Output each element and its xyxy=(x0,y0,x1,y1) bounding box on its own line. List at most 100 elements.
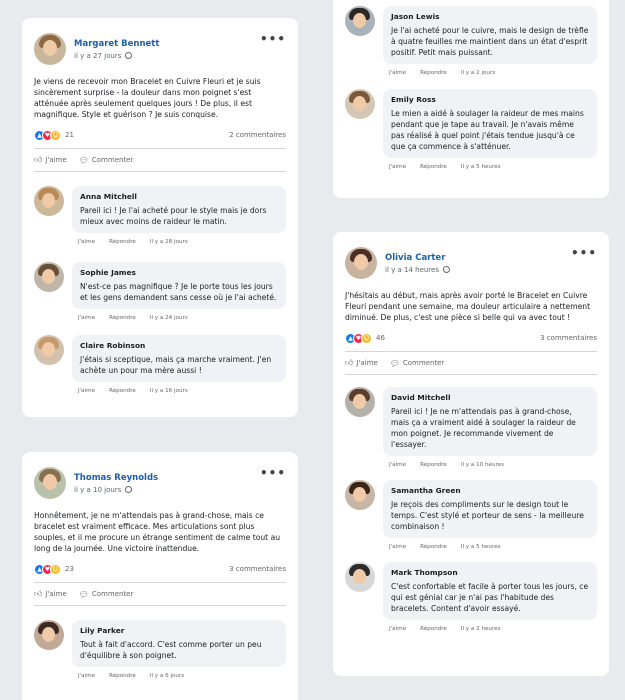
post-card: Olivia Carter il y a 14 heures ••• J'hés… xyxy=(333,232,609,676)
comment-label: Commenter xyxy=(91,156,134,164)
comment-button[interactable]: 💬︎ Commenter xyxy=(390,359,445,368)
comment-reply-link[interactable]: Répondre xyxy=(420,164,447,174)
comment-actions: J'aime Répondre Il y a 2 heures xyxy=(383,626,597,636)
comment-author[interactable]: Jason Lewis xyxy=(391,12,589,21)
avatar[interactable] xyxy=(34,186,64,216)
comment-author[interactable]: Mark Thompson xyxy=(391,568,589,577)
avatar[interactable] xyxy=(34,262,64,292)
like-label: J'aime xyxy=(45,156,67,164)
comment-actions: J'aime Répondre Il y a 28 jours xyxy=(72,239,286,249)
thumbs-up-icon: 👍︎ xyxy=(345,358,354,367)
comment-like-link[interactable]: J'aime xyxy=(78,239,95,249)
post-author[interactable]: Thomas Reynolds xyxy=(74,473,158,483)
comment-reply-link[interactable]: Répondre xyxy=(420,462,447,472)
comment: Sophie James N'est-ce pas magnifique ? J… xyxy=(34,262,286,325)
comment-like-link[interactable]: J'aime xyxy=(78,315,95,325)
comment-reply-link[interactable]: Répondre xyxy=(109,673,136,683)
like-button[interactable]: 👍︎ J'aime xyxy=(34,155,67,165)
comment-time: Il y a 24 jours xyxy=(149,315,188,321)
post-text: Honnêtement, je ne m'attendais pas à gra… xyxy=(34,511,281,553)
comment-author[interactable]: Sophie James xyxy=(80,268,278,277)
haha-reaction-icon: ☺ xyxy=(50,129,61,141)
comment-text: Le mien a aidé à soulager la raideur de … xyxy=(391,109,584,151)
comment-time: Il y a 5 heures xyxy=(460,544,501,550)
comment: Claire Robinson J'étais si sceptique, ma… xyxy=(34,335,286,398)
post-header: Margaret Bennett il y a 27 jours ••• xyxy=(34,18,286,70)
comment-count[interactable]: 3 commentaires xyxy=(229,565,286,573)
reaction-count: 46 xyxy=(376,334,385,342)
avatar[interactable] xyxy=(34,33,66,65)
comment: Anna Mitchell Pareil ici ! Je l'ai achet… xyxy=(34,186,286,249)
thumbs-up-icon: 👍︎ xyxy=(34,155,43,164)
comment-author[interactable]: Emily Ross xyxy=(391,95,589,104)
like-label: J'aime xyxy=(45,590,67,598)
post-time[interactable]: il y a 10 jours xyxy=(74,486,121,494)
comment-reply-link[interactable]: Répondre xyxy=(420,544,447,554)
avatar[interactable] xyxy=(345,247,377,279)
comment: David Mitchell Pareil ici ! Je ne m'atte… xyxy=(345,387,597,472)
post-time[interactable]: il y a 14 heures xyxy=(385,266,439,274)
comment-author[interactable]: David Mitchell xyxy=(391,393,589,402)
comment-count[interactable]: 2 commentaires xyxy=(229,131,286,139)
comment-text: Pareil ici ! Je ne m'attendais pas à gra… xyxy=(391,407,576,449)
post-card: Margaret Bennett il y a 27 jours ••• Je … xyxy=(22,18,298,417)
post-actions: 👍︎ J'aime 💬︎ Commenter xyxy=(345,352,597,374)
globe-icon xyxy=(125,52,133,59)
reaction-count: 21 xyxy=(65,131,74,139)
post-author[interactable]: Margaret Bennett xyxy=(74,39,159,49)
post-time[interactable]: il y a 27 jours xyxy=(74,52,121,60)
comment-button[interactable]: 💬︎ Commenter xyxy=(79,156,134,165)
comment-actions: J'aime Répondre Il y a 2 jours xyxy=(383,70,597,80)
comment-text: Je l'ai acheté pour le cuivre, mais le d… xyxy=(391,26,589,57)
reaction-count: 23 xyxy=(65,565,74,573)
comment-like-link[interactable]: J'aime xyxy=(389,164,406,174)
avatar[interactable] xyxy=(345,562,375,592)
comment-like-link[interactable]: J'aime xyxy=(78,673,95,683)
haha-reaction-icon: ☺ xyxy=(50,563,61,575)
comment-actions: J'aime Répondre Il y a 16 jours xyxy=(72,388,286,398)
more-options-icon[interactable]: ••• xyxy=(571,246,597,260)
avatar[interactable] xyxy=(345,387,375,417)
comment-reply-link[interactable]: Répondre xyxy=(420,626,447,636)
like-button[interactable]: 👍︎ J'aime xyxy=(345,358,378,368)
like-button[interactable]: 👍︎ J'aime xyxy=(34,589,67,599)
comment-like-link[interactable]: J'aime xyxy=(78,388,95,398)
reactions[interactable]: ▲ ♥ ☺ 23 xyxy=(34,563,74,575)
comment-reply-link[interactable]: Répondre xyxy=(109,388,136,398)
comment-reply-link[interactable]: Répondre xyxy=(109,315,136,325)
more-options-icon[interactable]: ••• xyxy=(260,466,286,480)
more-options-icon[interactable]: ••• xyxy=(260,32,286,46)
like-label: J'aime xyxy=(356,359,378,367)
comment-author[interactable]: Lily Parker xyxy=(80,626,278,635)
avatar[interactable] xyxy=(345,6,375,36)
globe-icon xyxy=(443,266,450,273)
avatar[interactable] xyxy=(345,89,375,119)
post-card: Jason Lewis Je l'ai acheté pour le cuivr… xyxy=(333,0,609,198)
post-author[interactable]: Olivia Carter xyxy=(385,253,450,263)
comment-like-link[interactable]: J'aime xyxy=(389,70,406,80)
post-stats: ▲ ♥ ☺ 21 2 commentaires xyxy=(34,128,286,142)
comment-author[interactable]: Anna Mitchell xyxy=(80,192,278,201)
post-actions: 👍︎ J'aime 💬︎ Commenter xyxy=(34,583,286,605)
comment-like-link[interactable]: J'aime xyxy=(389,462,406,472)
comment-like-link[interactable]: J'aime xyxy=(389,544,406,554)
comment-count[interactable]: 3 commentaires xyxy=(540,334,597,342)
comment: Samantha Green Je reçois des compliments… xyxy=(345,480,597,554)
post-stats: ▲ ♥ ☺ 46 3 commentaires xyxy=(345,331,597,345)
avatar[interactable] xyxy=(34,335,64,365)
reactions[interactable]: ▲ ♥ ☺ 46 xyxy=(345,332,385,344)
post-stats: ▲ ♥ ☺ 23 3 commentaires xyxy=(34,562,286,576)
comment-author[interactable]: Samantha Green xyxy=(391,486,589,495)
comment-reply-link[interactable]: Répondre xyxy=(420,70,447,80)
comment-reply-link[interactable]: Répondre xyxy=(109,239,136,249)
comment-text: N'est-ce pas magnifique ? Je le porte to… xyxy=(80,282,277,302)
comment-bubble: Lily Parker Tout à fait d'accord. C'est … xyxy=(72,620,286,667)
avatar[interactable] xyxy=(34,620,64,650)
reactions[interactable]: ▲ ♥ ☺ 21 xyxy=(34,129,74,141)
comment-button[interactable]: 💬︎ Commenter xyxy=(79,590,134,599)
comment-like-link[interactable]: J'aime xyxy=(389,626,406,636)
comment-author[interactable]: Claire Robinson xyxy=(80,341,278,350)
avatar[interactable] xyxy=(345,480,375,510)
avatar[interactable] xyxy=(34,467,66,499)
comment-text: Tout à fait d'accord. C'est comme porter… xyxy=(80,640,262,660)
